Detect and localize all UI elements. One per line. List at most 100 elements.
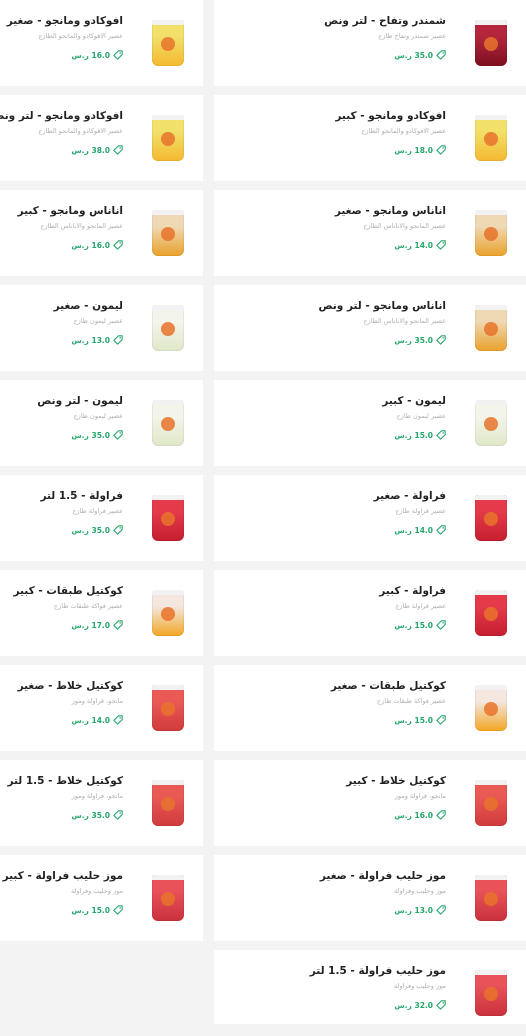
juice-cup-image	[152, 495, 184, 541]
product-title[interactable]: اناناس ومانجو - كبير	[8, 204, 123, 218]
product-description: عصير ليمون طازج	[73, 412, 123, 420]
brand-logo-icon	[484, 987, 498, 1001]
juice-cup-image	[152, 875, 184, 921]
product-image[interactable]	[456, 95, 526, 181]
product-card[interactable]: اناناس ومانجو - كبير عصير المانجو والانان…	[0, 190, 203, 276]
product-title[interactable]: فراولة - 1.5 لتر	[8, 489, 123, 503]
product-image[interactable]	[456, 475, 526, 561]
product-title[interactable]: ليمون - لتر ونص	[8, 394, 123, 408]
product-card[interactable]: ليمون - صغير عصير ليمون طازج 13.0 ر.س	[0, 285, 203, 371]
product-image[interactable]	[133, 665, 203, 751]
product-image[interactable]	[133, 570, 203, 656]
product-title[interactable]: ليمون - كبير	[222, 394, 446, 408]
product-image[interactable]	[456, 950, 526, 1036]
product-image[interactable]	[133, 380, 203, 466]
product-card[interactable]: ليمون - لتر ونص عصير ليمون طازج 35.0 ر.س	[0, 380, 203, 466]
product-price: 35.0 ر.س	[71, 525, 110, 535]
product-image[interactable]	[133, 190, 203, 276]
product-description: عصير شمندر وتفاح طازج	[378, 32, 446, 40]
price-tag-icon	[113, 145, 123, 155]
price-tag-icon	[436, 905, 446, 915]
price-row: 32.0 ر.س	[222, 1000, 446, 1010]
price-tag-icon	[436, 335, 446, 345]
product-title[interactable]: اناناس ومانجو - صغير	[222, 204, 446, 218]
product-card[interactable]: كوكتيل خلاط - صغير مانجو، فراولة وموز 14.0…	[0, 665, 203, 751]
price-row: 15.0 ر.س	[8, 905, 123, 915]
brand-logo-icon	[484, 227, 498, 241]
product-title[interactable]: افوكادو ومانجو - صغير	[7, 14, 123, 28]
product-title[interactable]: موز حليب فراولة - 1.5 لتر	[222, 964, 446, 978]
product-title[interactable]: فراولة - كبير	[222, 584, 446, 598]
product-card[interactable]: افوكادو ومانجو - كبير عصير الافوكادو والم…	[214, 95, 526, 181]
price-tag-icon	[436, 430, 446, 440]
product-image[interactable]	[133, 475, 203, 561]
product-card[interactable]: موز حليب فراولة - 1.5 لتر موز وحليب وفراو…	[214, 950, 526, 1024]
product-image[interactable]	[456, 0, 526, 86]
brand-logo-icon	[484, 132, 498, 146]
brand-logo-icon	[484, 512, 498, 526]
brand-logo-icon	[161, 702, 175, 716]
product-image[interactable]	[133, 95, 203, 181]
product-image[interactable]	[133, 855, 203, 941]
price-row: 14.0 ر.س	[8, 715, 123, 725]
product-card[interactable]: فراولة - 1.5 لتر عصير فراولة طازج 35.0 ر.س	[0, 475, 203, 561]
juice-cup-image	[152, 685, 184, 731]
product-image[interactable]	[456, 190, 526, 276]
product-image[interactable]	[133, 285, 203, 371]
product-image[interactable]	[456, 760, 526, 846]
product-title[interactable]: اناناس ومانجو - لتر ونص	[222, 299, 446, 313]
juice-cup-image	[475, 495, 507, 541]
product-card[interactable]: كوكتيل خلاط - كبير مانجو، فراولة وموز 16.0…	[214, 760, 526, 846]
product-image[interactable]	[456, 380, 526, 466]
product-card[interactable]: موز حليب فراولة - كبير موز وحليب وفراولة 1…	[0, 855, 203, 941]
price-row: 38.0 ر.س	[8, 145, 123, 155]
juice-cup-image	[475, 210, 507, 256]
product-title[interactable]: موز حليب فراولة - كبير	[3, 869, 123, 883]
product-title[interactable]: كوكتيل خلاط - 1.5 لتر	[7, 774, 123, 788]
brand-logo-icon	[484, 892, 498, 906]
product-title[interactable]: افوكادو ومانجو - كبير	[222, 109, 446, 123]
product-title[interactable]: افوكادو ومانجو - لتر ونص	[0, 109, 123, 123]
product-card[interactable]: اناناس ومانجو - لتر ونص عصير المانجو والا…	[214, 285, 526, 371]
product-card[interactable]: ليمون - كبير عصير ليمون طازج 15.0 ر.س	[214, 380, 526, 466]
product-card[interactable]: موز حليب فراولة - صغير موز وحليب وفراولة 1…	[214, 855, 526, 941]
price-tag-icon	[436, 1000, 446, 1010]
product-card[interactable]: افوكادو ومانجو - صغير عصير الافوكادو والم…	[0, 0, 203, 86]
product-image[interactable]	[456, 665, 526, 751]
brand-logo-icon	[484, 607, 498, 621]
product-card[interactable]: فراولة - صغير عصير فراولة طازج 14.0 ر.س	[214, 475, 526, 561]
brand-logo-icon	[161, 227, 175, 241]
juice-cup-image	[475, 685, 507, 731]
product-title[interactable]: كوكتيل خلاط - صغير	[8, 679, 123, 693]
product-description: عصير فواكة طبقات طازج	[53, 602, 123, 610]
price-row: 35.0 ر.س	[8, 810, 123, 820]
product-card[interactable]: اناناس ومانجو - صغير عصير المانجو والانان…	[214, 190, 526, 276]
product-title[interactable]: كوكتيل طبقات - كبير	[8, 584, 123, 598]
product-title[interactable]: كوكتيل طبقات - صغير	[222, 679, 446, 693]
price-row: 16.0 ر.س	[222, 810, 446, 820]
product-description: عصير فواكة طبقات طازج	[376, 697, 446, 705]
product-description: مانجو، فراولة وموز	[394, 792, 446, 800]
product-title[interactable]: شمندر وتفاح - لتر ونص	[222, 14, 446, 28]
product-price: 13.0 ر.س	[394, 905, 433, 915]
product-card[interactable]: كوكتيل طبقات - كبير عصير فواكة طبقات طازج…	[0, 570, 203, 656]
juice-cup-image	[475, 115, 507, 161]
product-title[interactable]: ليمون - صغير	[8, 299, 123, 313]
product-card[interactable]: افوكادو ومانجو - لتر ونص عصير الافوكادو و…	[0, 95, 203, 181]
product-card[interactable]: شمندر وتفاح - لتر ونص عصير شمندر وتفاح طا…	[214, 0, 526, 86]
product-card[interactable]: كوكتيل خلاط - 1.5 لتر مانجو، فراولة وموز 3…	[0, 760, 203, 846]
product-image[interactable]	[456, 570, 526, 656]
product-description: عصير المانجو والاناناس الطازج	[363, 317, 446, 325]
product-image[interactable]	[456, 285, 526, 371]
product-title[interactable]: موز حليب فراولة - صغير	[222, 869, 446, 883]
product-card[interactable]: فراولة - كبير عصير فراولة طازج 15.0 ر.س	[214, 570, 526, 656]
product-image[interactable]	[133, 0, 203, 86]
product-title[interactable]: كوكتيل خلاط - كبير	[222, 774, 446, 788]
product-price: 16.0 ر.س	[71, 50, 110, 60]
juice-cup-image	[475, 970, 507, 1016]
product-description: عصير الافوكادو والمانجو الطازج	[38, 32, 123, 40]
product-title[interactable]: فراولة - صغير	[222, 489, 446, 503]
product-image[interactable]	[133, 760, 203, 846]
product-card[interactable]: كوكتيل طبقات - صغير عصير فواكة طبقات طازج…	[214, 665, 526, 751]
product-image[interactable]	[456, 855, 526, 941]
